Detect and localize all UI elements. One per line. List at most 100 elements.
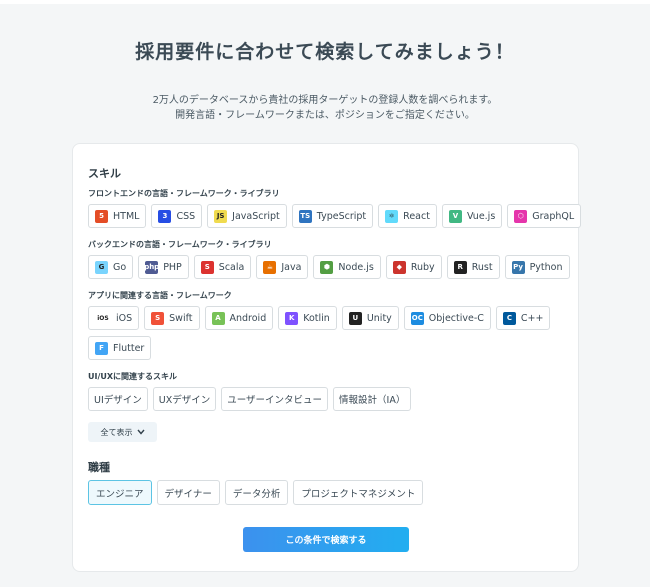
skill-chip-label: ユーザーインタビュー xyxy=(227,395,323,406)
search-button[interactable]: この条件で検索する xyxy=(243,527,409,552)
backend-heading: バックエンドの言語・フレームワーク・ライブラリ xyxy=(88,240,272,249)
python-icon: Py xyxy=(511,260,525,274)
ios-icon: iOS xyxy=(95,311,111,325)
skill-chip-kotlin[interactable]: K Kotlin xyxy=(278,306,337,330)
skill-chip-typescript[interactable]: TS TypeScript xyxy=(291,204,374,228)
skill-chip-label: Ruby xyxy=(410,261,435,273)
job-chip-label: デザイナー xyxy=(164,488,212,500)
subtitle-line-1: 2万人のデータベースから貴社の採用ターゲットの登録人数を調べられます。 xyxy=(152,95,498,106)
skill-chip-label: React xyxy=(403,210,430,222)
cpp-icon: C xyxy=(502,311,516,325)
frontend-skill-list: 5 HTML 3 CSS JS JavaScript TS TypeScript ⚛ React V… xyxy=(88,204,582,228)
show-all-button[interactable]: 全て表示 xyxy=(88,422,157,442)
vue-icon: V xyxy=(448,209,462,223)
skill-chip-label: Rust xyxy=(471,261,493,273)
mobile-heading: アプリに関連する言語・フレームワーク xyxy=(88,291,232,300)
show-all-label: 全て表示 xyxy=(100,427,133,437)
go-icon: G xyxy=(95,260,108,274)
skill-chip-graphql[interactable]: ⬡ GraphQL xyxy=(507,204,582,228)
skill-chip-html5[interactable]: 5 HTML xyxy=(88,204,147,228)
skill-chip-ios[interactable]: iOS iOS xyxy=(88,306,140,330)
skill-chip-label: JavaScript xyxy=(232,210,280,222)
skill-chip-label: Android xyxy=(229,312,267,324)
skill-chip-label: Vue.js xyxy=(466,210,496,222)
php-icon: php xyxy=(144,260,159,274)
skill-chip-label: UXデザイン xyxy=(158,395,211,406)
skill-chip-label: Node.js xyxy=(338,261,374,273)
page-subtitle: 2万人のデータベースから貴社の採用ターゲットの登録人数を調べられます。 開発言語… xyxy=(0,93,650,123)
skill-chip-label: Java xyxy=(281,261,302,273)
skill-chip-label: Scala xyxy=(218,261,245,273)
skill-chip-android[interactable]: A Android xyxy=(204,306,274,330)
skill-chip-label: HTML xyxy=(113,210,140,222)
graphql-icon: ⬡ xyxy=(514,209,528,223)
job-chip-1[interactable]: デザイナー xyxy=(156,480,220,505)
top-divider xyxy=(0,0,650,4)
skill-chip-design-1[interactable]: UXデザイン xyxy=(152,387,217,411)
design-heading: UI/UXに関連するスキル xyxy=(88,372,178,381)
skill-chip-scala[interactable]: S Scala xyxy=(193,255,252,279)
job-chip-label: プロジェクトマネジメント xyxy=(301,488,416,500)
skill-chip-objective-c[interactable]: OC Objective-C xyxy=(403,306,491,330)
css3-icon: 3 xyxy=(158,209,172,223)
skill-chip-ruby[interactable]: ◆ Ruby xyxy=(385,255,442,279)
skill-chip-label: UIデザイン xyxy=(94,395,142,406)
frontend-heading: フロントエンドの言語・フレームワーク・ライブラリ xyxy=(88,189,280,198)
skill-chip-vue[interactable]: V Vue.js xyxy=(441,204,503,228)
swift-icon: S xyxy=(151,311,165,325)
skill-chip-label: iOS xyxy=(116,312,133,324)
skill-chip-cpp[interactable]: C C++ xyxy=(495,306,551,330)
skill-chip-python[interactable]: Py Python xyxy=(504,255,570,279)
html5-icon: 5 xyxy=(95,209,108,223)
skill-chip-label: Kotlin xyxy=(303,312,330,324)
skill-chip-label: CSS xyxy=(176,210,196,222)
java-icon: ☕ xyxy=(263,260,277,274)
skill-chip-react[interactable]: ⚛ React xyxy=(378,204,437,228)
ruby-icon: ◆ xyxy=(392,260,406,274)
skill-chip-label: Go xyxy=(113,261,127,273)
job-chip-0[interactable]: エンジニア xyxy=(88,480,152,505)
skill-chip-java[interactable]: ☕ Java xyxy=(256,255,309,279)
skill-chip-label: Python xyxy=(529,261,563,273)
react-icon: ⚛ xyxy=(385,209,399,223)
skill-chip-nodejs[interactable]: ⬢ Node.js xyxy=(313,255,381,279)
job-chip-2[interactable]: データ分析 xyxy=(224,480,289,505)
objective-c-icon: OC xyxy=(410,311,424,325)
skill-chip-css3[interactable]: 3 CSS xyxy=(151,204,203,228)
job-type-list: エンジニア デザイナー データ分析 プロジェクトマネジメント xyxy=(88,480,424,505)
javascript-icon: JS xyxy=(214,209,228,223)
scala-icon: S xyxy=(200,260,214,274)
skill-chip-php[interactable]: php PHP xyxy=(138,255,189,279)
typescript-icon: TS xyxy=(298,209,312,223)
unity-icon: U xyxy=(348,311,362,325)
skill-chip-rust[interactable]: R Rust xyxy=(446,255,500,279)
skill-chip-label: Swift xyxy=(169,312,193,324)
jobs-heading: 職種 xyxy=(88,461,110,474)
skill-chip-design-2[interactable]: ユーザーインタビュー xyxy=(221,387,329,411)
skill-chip-go[interactable]: G Go xyxy=(88,255,134,279)
flutter-icon: F xyxy=(95,341,108,355)
skills-heading: スキル xyxy=(88,167,121,180)
skill-chip-label: Objective-C xyxy=(428,312,484,324)
kotlin-icon: K xyxy=(285,311,299,325)
job-chip-label: データ分析 xyxy=(232,488,281,500)
skill-chip-swift[interactable]: S Swift xyxy=(144,306,200,330)
skill-chip-design-3[interactable]: 情報設計（IA） xyxy=(333,387,412,411)
skill-chip-label: TypeScript xyxy=(316,210,367,222)
skill-chip-label: PHP xyxy=(163,261,182,273)
backend-skill-list: G Go php PHP S Scala ☕ Java ⬢ Node.js ◆ Ruby R Rust Py… xyxy=(88,255,570,279)
job-chip-3[interactable]: プロジェクトマネジメント xyxy=(293,480,424,505)
nodejs-icon: ⬢ xyxy=(320,260,334,274)
chevron-down-icon xyxy=(136,429,145,435)
skill-chip-unity[interactable]: U Unity xyxy=(341,306,399,330)
design-skill-list: UIデザイン UXデザイン ユーザーインタビュー 情報設計（IA） xyxy=(88,387,412,411)
mobile-skill-list-2: F Flutter xyxy=(88,336,152,360)
skill-chip-design-0[interactable]: UIデザイン xyxy=(88,387,148,411)
android-icon: A xyxy=(211,311,225,325)
subtitle-line-2: 開発言語・フレームワークまたは、ポジションをご指定ください。 xyxy=(175,110,475,121)
skill-chip-label: Unity xyxy=(366,312,392,324)
skill-chip-flutter[interactable]: F Flutter xyxy=(88,336,152,360)
mobile-skill-list: iOS iOS S Swift A Android K Kotlin U Unity OC Objec… xyxy=(88,306,551,330)
skill-chip-javascript[interactable]: JS JavaScript xyxy=(207,204,287,228)
skill-chip-label: Flutter xyxy=(113,342,145,354)
